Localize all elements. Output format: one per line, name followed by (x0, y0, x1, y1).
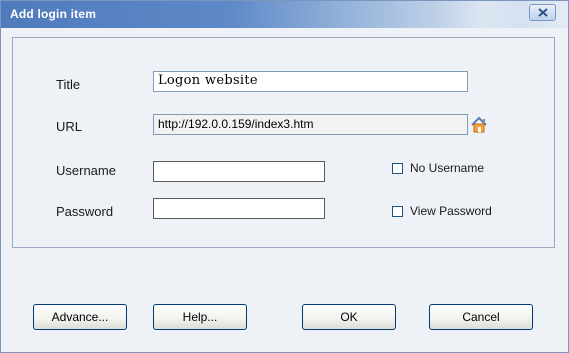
dialog-title: Add login item (10, 7, 97, 21)
add-login-item-dialog: Add login item Title Logon website URL h… (0, 0, 569, 353)
close-x-icon (538, 8, 548, 17)
password-label: Password (56, 204, 114, 219)
no-username-checkbox-row[interactable]: No Username (392, 161, 484, 175)
username-field[interactable] (153, 161, 325, 182)
password-field[interactable] (153, 198, 325, 219)
view-password-label: View Password (410, 204, 492, 218)
url-field[interactable]: http://192.0.0.159/index3.htm (153, 114, 468, 135)
close-button[interactable] (529, 4, 556, 21)
home-icon[interactable] (469, 115, 489, 135)
view-password-checkbox-row[interactable]: View Password (392, 204, 492, 218)
no-username-label: No Username (410, 161, 485, 175)
view-password-checkbox[interactable] (392, 205, 403, 217)
url-label: URL (56, 119, 83, 134)
title-field[interactable]: Logon website (153, 71, 468, 92)
help-button[interactable]: Help... (153, 304, 247, 330)
title-bar: Add login item (1, 1, 568, 28)
username-label: Username (56, 163, 116, 178)
title-label: Title (56, 77, 81, 92)
cancel-button[interactable]: Cancel (429, 304, 533, 330)
no-username-checkbox[interactable] (392, 162, 403, 174)
ok-button[interactable]: OK (302, 304, 396, 330)
title-bar-decoration (431, 1, 521, 28)
advance-button[interactable]: Advance... (33, 304, 127, 330)
